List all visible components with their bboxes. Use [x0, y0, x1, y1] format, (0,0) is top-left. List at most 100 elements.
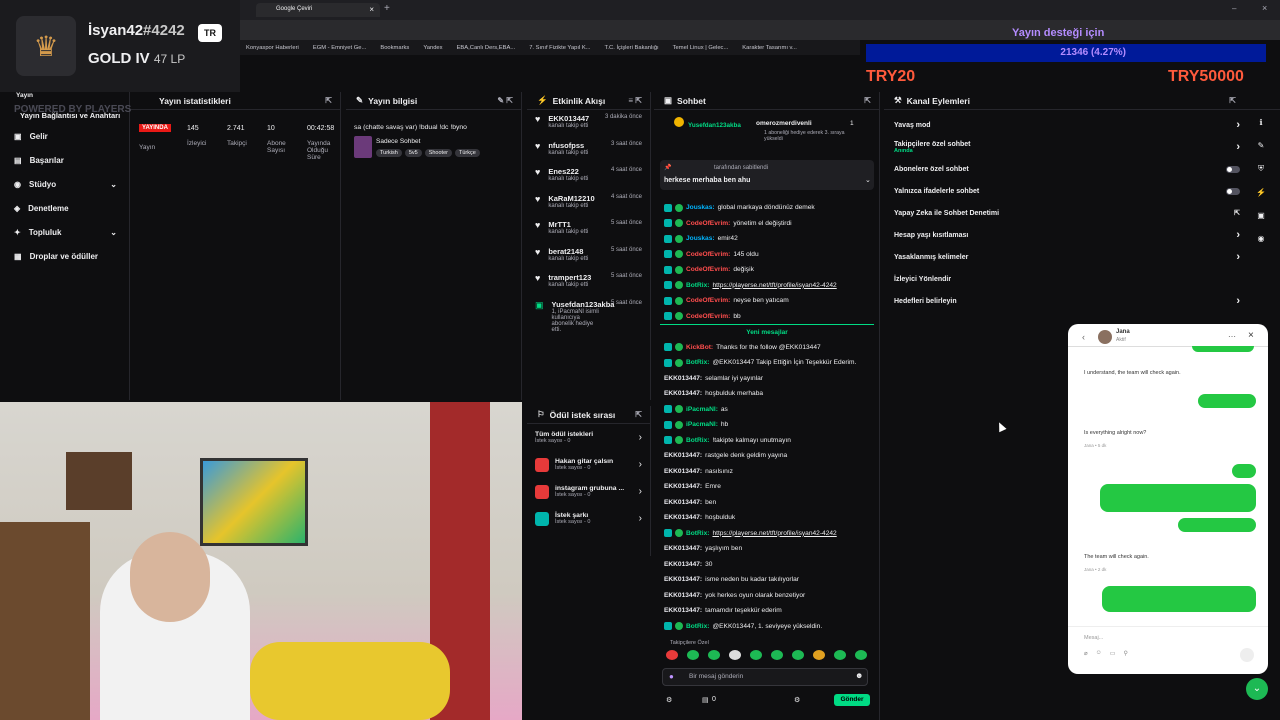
channel-action-row[interactable]: Takipçilere özel sohbet Anında ›: [884, 136, 1280, 158]
chat-username[interactable]: CodeOfEvrim:: [686, 297, 730, 304]
chat-username[interactable]: EKK013447:: [664, 607, 702, 614]
tag-chip[interactable]: Turkish: [376, 149, 402, 157]
emote-icon[interactable]: [855, 650, 867, 660]
scroll-down-button[interactable]: ⌄: [1246, 678, 1268, 700]
close-icon[interactable]: ×: [369, 5, 374, 14]
attach-icon[interactable]: ⌀: [1084, 650, 1088, 657]
popout-icon[interactable]: ⇱: [635, 410, 642, 419]
channel-action-row[interactable]: Yalnızca ifadelerle sohbet: [884, 180, 1280, 202]
chat-username[interactable]: CodeOfEvrim:: [686, 266, 730, 273]
reward-item[interactable]: instagram grubuna ... İstek sayısı - 0 ›: [527, 478, 650, 505]
chat-username[interactable]: CodeOfEvrim:: [686, 313, 730, 320]
bookmark-item[interactable]: EBA,Canlı Ders,EBA...: [457, 45, 516, 51]
info-icon[interactable]: ℹ: [1259, 118, 1262, 127]
send-button[interactable]: Gönder: [834, 694, 870, 706]
chat-username[interactable]: EKK013447:: [664, 499, 702, 506]
chat-username[interactable]: EKK013447:: [664, 514, 702, 521]
chat-link[interactable]: https://playerse.net/tft/profile/isyan42…: [712, 282, 836, 289]
popout-icon[interactable]: ✎ ⇱: [497, 96, 513, 105]
chat-username[interactable]: BotRix:: [686, 530, 709, 537]
chat-username[interactable]: Jouskas:: [686, 204, 715, 211]
emote-icon[interactable]: [729, 650, 741, 660]
channel-action-row[interactable]: Yasaklanmış kelimeler ›: [884, 246, 1280, 268]
chat-username[interactable]: EKK013447:: [664, 452, 702, 459]
message-input[interactable]: Mesaj...: [1084, 635, 1103, 641]
chat-username[interactable]: BotRix:: [686, 623, 709, 630]
chevron-down-icon[interactable]: ⌄: [865, 176, 871, 184]
bookmark-item[interactable]: Temel Linux | Gelec...: [673, 45, 729, 51]
reward-item[interactable]: Tüm ödül istekleri İstek sayısı - 0 ›: [527, 424, 650, 451]
popout-icon[interactable]: ⇱: [325, 96, 332, 105]
tag-chip[interactable]: 5v5: [404, 149, 422, 157]
mic-icon[interactable]: ●: [669, 672, 674, 681]
emote-icon[interactable]: [813, 650, 825, 660]
emote-icon[interactable]: [687, 650, 699, 660]
chat-username[interactable]: EKK013447:: [664, 375, 702, 382]
reward-item[interactable]: Hakan gitar çalsın İstek sayısı - 0 ›: [527, 451, 650, 478]
browser-tab[interactable]: Google Çeviri ×: [256, 3, 380, 17]
channel-action-row[interactable]: Yavaş mod ›: [884, 114, 1280, 136]
settings-icon[interactable]: ⚙: [666, 696, 672, 704]
bookmark-item[interactable]: T.C. İçişleri Bakanlığı: [605, 45, 659, 51]
gear-icon[interactable]: ⚙: [794, 696, 800, 704]
channel-action-row[interactable]: Hesap yaşı kısıtlaması ›: [884, 224, 1280, 246]
sidebar-item-moderation[interactable]: ◈ Denetleme: [0, 196, 129, 220]
sidebar-item-community[interactable]: ✦ Topluluk ⌄: [0, 220, 129, 244]
chat-username[interactable]: BotRix:: [686, 437, 709, 444]
sidebar-item-drops[interactable]: ▦ Droplar ve ödüller: [0, 244, 129, 268]
tag-chip[interactable]: Shooter: [424, 149, 452, 157]
emote-icon[interactable]: [708, 650, 720, 660]
chat-username[interactable]: EKK013447:: [664, 576, 702, 583]
chat-username[interactable]: iPacmaNl:: [686, 406, 718, 413]
sidebar-item-achievements[interactable]: ▤ Başarılar: [0, 148, 129, 172]
more-icon[interactable]: ⋯: [1228, 332, 1236, 341]
bookmark-item[interactable]: Yandex: [423, 45, 442, 51]
close-icon[interactable]: ×: [1248, 330, 1254, 341]
bolt-icon[interactable]: ⚡: [1256, 188, 1266, 197]
chat-username[interactable]: EKK013447:: [664, 561, 702, 568]
new-tab-icon[interactable]: +: [384, 3, 390, 14]
chat-bubble-icon[interactable]: ◉: [1258, 234, 1265, 243]
chat-username[interactable]: CodeOfEvrim:: [686, 251, 730, 258]
emote-icon[interactable]: [666, 650, 678, 660]
channel-action-row[interactable]: İzleyici Yönlendir: [884, 268, 1280, 290]
filter-icon[interactable]: ≡ ⇱: [628, 96, 642, 105]
popout-icon[interactable]: ⇱: [864, 96, 871, 105]
mic-icon[interactable]: ⚲: [1123, 650, 1127, 657]
popout-icon[interactable]: ⇱: [1229, 96, 1236, 105]
reward-item[interactable]: İstek şarkı İstek sayısı - 0 ›: [527, 505, 650, 532]
channel-action-row[interactable]: Yapay Zeka ile Sohbet Denetimi ⇱: [884, 202, 1280, 224]
back-icon[interactable]: ‹: [1082, 332, 1085, 342]
emote-icon[interactable]: [834, 650, 846, 660]
bookmark-item[interactable]: Konyaspor Haberleri: [246, 45, 299, 51]
chat-username[interactable]: CodeOfEvrim:: [686, 220, 730, 227]
sidebar-item-studio[interactable]: ◉ Stüdyo ⌄: [0, 172, 129, 196]
chat-username[interactable]: EKK013447:: [664, 468, 702, 475]
chat-username[interactable]: Jouskas:: [686, 235, 715, 242]
toggle-switch[interactable]: [1226, 165, 1240, 173]
pinned-message[interactable]: 📌 tarafından sabitlendi herkese merhaba …: [660, 160, 874, 190]
chat-input[interactable]: ● Bir mesaj gönderin ☻: [662, 668, 868, 686]
emote-icon[interactable]: [750, 650, 762, 660]
window-close-icon[interactable]: ×: [1262, 3, 1267, 13]
chat-username[interactable]: EKK013447:: [664, 592, 702, 599]
chat-username[interactable]: BotRix:: [686, 359, 709, 366]
pencil-icon[interactable]: ✎: [1258, 141, 1265, 150]
chat-username[interactable]: EKK013447:: [664, 545, 702, 552]
channel-action-row[interactable]: Abonelere özel sohbet: [884, 158, 1280, 180]
send-icon[interactable]: [1240, 648, 1254, 662]
chat-username[interactable]: KickBot:: [686, 344, 713, 351]
bookmark-item[interactable]: 7. Sınıf Fizikte Yapıl K...: [529, 45, 590, 51]
chat-username[interactable]: EKK013447:: [664, 483, 702, 490]
minimize-icon[interactable]: –: [1232, 4, 1236, 13]
tag-chip[interactable]: Türkçe: [454, 149, 480, 157]
chat-username[interactable]: iPacmaNl:: [686, 421, 718, 428]
bookmark-item[interactable]: Karakter Tasarımı v...: [742, 45, 797, 51]
chat-username[interactable]: EKK013447:: [664, 390, 702, 397]
channel-action-row[interactable]: Hedefleri belirleyin ›: [884, 290, 1280, 312]
emote-icon[interactable]: [771, 650, 783, 660]
address-bar[interactable]: [240, 20, 1280, 40]
bookmark-item[interactable]: EGM - Emniyet Ge...: [313, 45, 366, 51]
gif-icon[interactable]: ▭: [1110, 650, 1116, 657]
emoji-icon[interactable]: ☻: [855, 671, 863, 680]
